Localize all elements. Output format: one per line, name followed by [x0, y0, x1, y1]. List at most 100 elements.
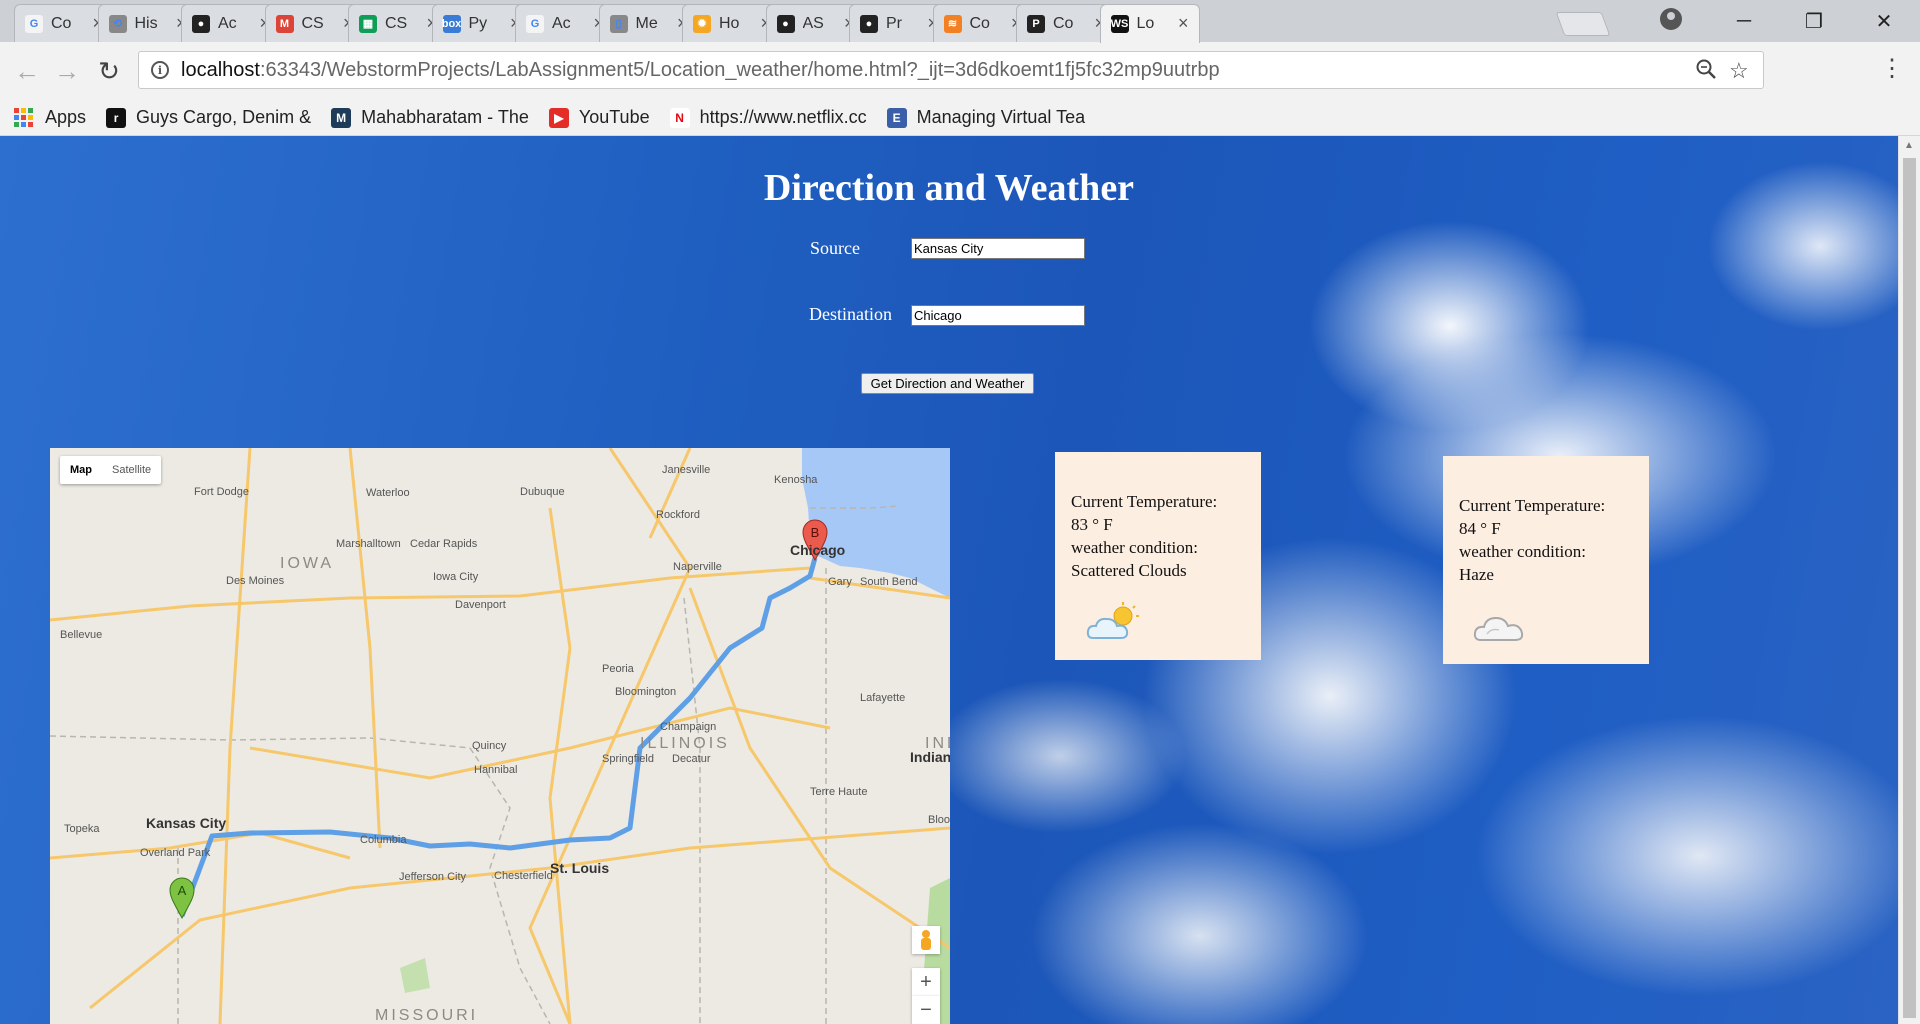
bookmark-label: YouTube — [578, 107, 650, 127]
tab-favicon-icon: ≋ — [943, 14, 962, 33]
city-label: St. Louis — [550, 860, 609, 876]
tab-title: Lo — [1136, 15, 1155, 32]
page-scrollbar[interactable]: ▲ — [1898, 136, 1920, 1024]
city-label: Janesville — [662, 464, 710, 476]
tab-favicon-icon: ✹ — [693, 14, 711, 33]
tab-title: Ac — [552, 14, 571, 32]
bookmark-item[interactable]: r Guys Cargo, Denim & — [106, 107, 311, 128]
bookmark-label: https://www.netflix.cc — [699, 107, 867, 127]
scroll-up-icon[interactable]: ▲ — [1904, 140, 1914, 151]
destination-input[interactable] — [911, 305, 1085, 326]
city-label: Naperville — [673, 561, 722, 573]
tab-favicon-icon: ▦ — [359, 14, 377, 33]
tab-title: Co — [969, 14, 990, 32]
menu-icon[interactable]: ⋮ — [1880, 54, 1904, 83]
bookmark-item[interactable]: E Managing Virtual Tea — [886, 107, 1085, 128]
route-map[interactable]: A B IOWAILLINOISMISSOURIINDIJanesvilleKe… — [50, 448, 950, 1024]
city-label: Lafayette — [860, 692, 905, 704]
marker-a-label: A — [178, 883, 187, 898]
map-type-satellite-button[interactable]: Satellite — [102, 456, 161, 484]
temp-label: Current Temperature: — [1071, 492, 1218, 511]
source-label: Source — [810, 238, 860, 258]
get-direction-weather-button[interactable]: Get Direction and Weather — [861, 373, 1034, 394]
bookmark-favicon-icon: E — [886, 107, 907, 128]
tab-title: Ac — [218, 14, 237, 32]
tab-favicon-icon: P — [1027, 14, 1045, 33]
tab-title: AS — [802, 14, 824, 32]
tab-favicon-icon: WS — [1110, 15, 1129, 33]
close-window-icon[interactable]: ✕ — [1854, 4, 1914, 38]
city-label: Quincy — [472, 740, 507, 752]
apps-grid-icon — [14, 108, 33, 127]
forward-icon[interactable]: → — [50, 54, 84, 88]
browser-tab[interactable]: WS Lo × — [1099, 4, 1200, 43]
temp-value: 84 ° F — [1459, 519, 1501, 538]
bookmark-item[interactable]: Apps — [14, 107, 86, 128]
tab-close-icon[interactable]: × — [1178, 13, 1189, 34]
tab-title: Co — [1053, 14, 1074, 32]
scrollbar-thumb[interactable] — [1903, 158, 1916, 1018]
source-input[interactable] — [911, 238, 1085, 259]
profile-icon[interactable] — [1660, 8, 1682, 30]
city-label: Terre Haute — [810, 786, 867, 798]
zoom-in-button[interactable]: + — [912, 968, 940, 996]
tab-favicon-icon: ● — [776, 14, 795, 33]
condition-label: weather condition: — [1459, 542, 1586, 561]
city-label: Peoria — [602, 663, 635, 675]
tab-favicon-icon: box — [442, 14, 461, 33]
bookmark-item[interactable]: ▶ YouTube — [548, 107, 650, 128]
temp-label: Current Temperature: — [1459, 496, 1606, 515]
destination-label: Destination — [809, 304, 892, 324]
browser-toolbar: ← → ↻ i localhost:63343/WebstormProjects… — [0, 42, 1920, 100]
bookmark-favicon-icon: M — [331, 107, 352, 128]
restore-icon[interactable]: ❐ — [1784, 4, 1844, 38]
city-label: Dubuque — [520, 486, 565, 498]
city-label: Des Moines — [226, 575, 285, 587]
tab-title: Pr — [886, 14, 902, 32]
tab-favicon-icon: M — [275, 14, 294, 33]
temp-value: 83 ° F — [1071, 515, 1113, 534]
city-label: Chesterfield — [494, 870, 553, 882]
tab-favicon-icon: ⟲ — [108, 14, 127, 33]
info-icon[interactable]: i — [151, 61, 169, 79]
city-label: Gary — [828, 576, 852, 588]
map-type-control: Map Satellite — [60, 456, 162, 484]
bookmark-item[interactable]: M Mahabharatam - The — [331, 107, 529, 128]
bookmark-label: Mahabharatam - The — [361, 107, 529, 127]
tab-title: His — [134, 14, 158, 32]
bookmark-item[interactable]: Nhttps://www.netflix.cc — [669, 107, 867, 128]
back-icon[interactable]: ← — [10, 54, 44, 88]
city-label: Champaign — [660, 721, 716, 733]
zoom-icon[interactable] — [1695, 58, 1717, 86]
bookmarks-bar: Apps r Guys Cargo, Denim & M Mahabharatam - … — [0, 100, 1920, 136]
pegman-icon[interactable] — [912, 926, 940, 954]
tab-favicon-icon: G — [25, 14, 43, 33]
state-boundary — [50, 735, 471, 749]
city-label: Cedar Rapids — [410, 538, 478, 550]
tab-title: Co — [51, 14, 72, 32]
marker-a[interactable]: A — [169, 877, 195, 920]
condition-value: Haze — [1459, 565, 1494, 584]
condition-value: Scattered Clouds — [1071, 561, 1187, 580]
reload-icon[interactable]: ↻ — [92, 54, 126, 88]
address-bar[interactable]: i localhost:63343/WebstormProjects/LabAs… — [138, 51, 1764, 89]
url-text[interactable]: localhost:63343/WebstormProjects/LabAssi… — [181, 59, 1220, 82]
city-label: Fort Dodge — [194, 486, 249, 498]
city-label: Bloomington — [928, 814, 950, 826]
city-label: Waterloo — [366, 487, 410, 499]
minimize-icon[interactable]: ─ — [1714, 4, 1774, 38]
bookmark-favicon-icon: N — [669, 107, 690, 128]
map-type-map-button[interactable]: Map — [60, 456, 102, 484]
partly-cloudy-icon — [1086, 602, 1139, 639]
city-label: Springfield — [602, 753, 654, 765]
tab-strip: GCo×⟲His×●Ac×MCS×▦CS×boxPy×GAc×▯Me×✹Ho×●… — [0, 0, 1920, 43]
map-canvas[interactable]: A B IOWAILLINOISMISSOURIINDIJanesvilleKe… — [50, 448, 950, 1024]
bookmark-star-icon[interactable]: ☆ — [1729, 58, 1749, 84]
new-tab-button[interactable] — [1555, 12, 1611, 36]
state-label: MISSOURI — [375, 1007, 478, 1024]
zoom-out-button[interactable]: − — [912, 996, 940, 1024]
tab-title: CS — [301, 14, 324, 32]
bookmark-favicon-icon: r — [106, 107, 127, 128]
weather-card-source: Current Temperature: 83 ° F weather cond… — [1055, 452, 1261, 660]
city-label: Jefferson City — [399, 871, 467, 883]
